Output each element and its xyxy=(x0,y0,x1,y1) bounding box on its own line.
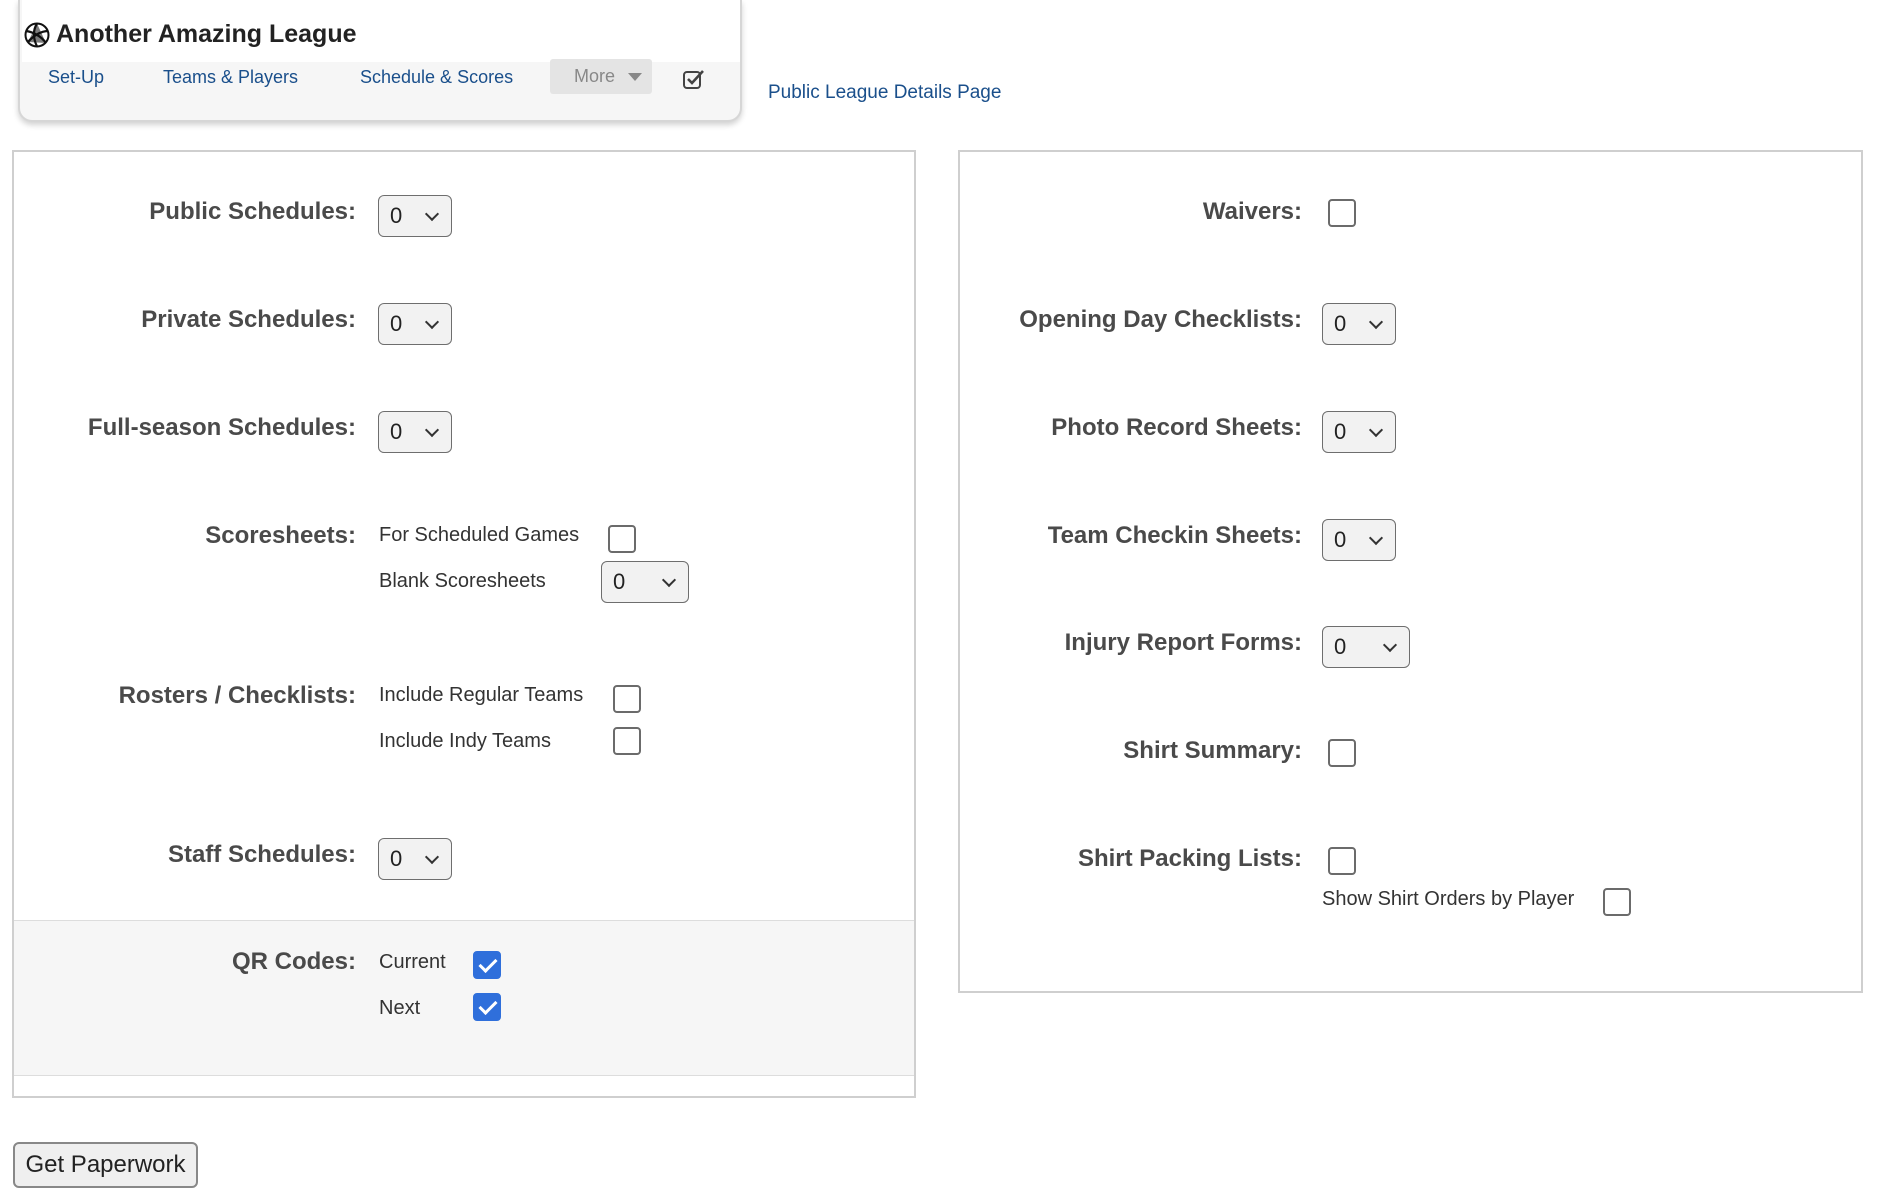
blank-scoresheets-select[interactable]: 0 xyxy=(601,561,689,603)
waivers-checkbox[interactable] xyxy=(1328,199,1356,227)
select-value: 0 xyxy=(1334,527,1347,552)
scoresheets-label: Scoresheets: xyxy=(205,522,356,549)
injury-report-forms-select[interactable]: 0 xyxy=(1322,626,1410,668)
public-league-details-link[interactable]: Public League Details Page xyxy=(768,82,1001,104)
qr-next-label: Next xyxy=(379,997,421,1019)
include-indy-teams-checkbox[interactable] xyxy=(613,727,641,755)
forms-panel: Waivers: Opening Day Checklists: 0 Photo… xyxy=(958,150,1863,993)
get-paperwork-button[interactable]: Get Paperwork xyxy=(13,1142,198,1188)
shirt-summary-label: Shirt Summary: xyxy=(1123,737,1302,764)
chevron-down-icon xyxy=(424,206,440,222)
public-schedules-select[interactable]: 0 xyxy=(378,195,452,237)
scheduled-games-label: For Scheduled Games xyxy=(379,524,580,546)
chevron-down-icon xyxy=(424,422,440,438)
shirt-packing-lists-checkbox[interactable] xyxy=(1328,847,1356,875)
photo-record-sheets-select[interactable]: 0 xyxy=(1322,411,1396,453)
select-value: 0 xyxy=(390,311,403,336)
nav-teams-players-link[interactable]: Teams & Players xyxy=(163,67,298,88)
league-title: Another Amazing League xyxy=(56,20,357,48)
shirt-packing-lists-label: Shirt Packing Lists: xyxy=(1077,845,1302,872)
opening-day-checklists-select[interactable]: 0 xyxy=(1322,303,1396,345)
qr-current-label: Current xyxy=(379,951,446,973)
shirt-summary-checkbox[interactable] xyxy=(1328,739,1356,767)
chevron-down-icon xyxy=(424,849,440,865)
qr-codes-label: QR Codes: xyxy=(231,948,356,975)
qr-codes-section: QR Codes: Current Next xyxy=(14,920,914,1076)
staff-schedules-label: Staff Schedules: xyxy=(167,841,356,868)
shirt-orders-by-player-checkbox[interactable] xyxy=(1603,888,1631,916)
chevron-down-icon xyxy=(1368,314,1384,330)
chevron-down-icon xyxy=(1368,530,1384,546)
volleyball-icon xyxy=(24,22,50,48)
nav-schedule-scores-link[interactable]: Schedule & Scores xyxy=(360,67,513,88)
include-regular-teams-label: Include Regular Teams xyxy=(379,684,584,706)
nav-setup-link[interactable]: Set-Up xyxy=(48,67,104,88)
more-label: More xyxy=(574,66,616,86)
more-menu-button[interactable]: More xyxy=(550,59,652,94)
private-schedules-label: Private Schedules: xyxy=(141,306,356,333)
opening-day-checklists-label: Opening Day Checklists: xyxy=(1019,306,1302,333)
select-value: 0 xyxy=(1334,419,1347,444)
full-season-schedules-select[interactable]: 0 xyxy=(378,411,452,453)
qr-current-checkbox[interactable] xyxy=(473,951,501,979)
waivers-label: Waivers: xyxy=(1202,198,1302,225)
include-indy-teams-label: Include Indy Teams xyxy=(379,730,551,752)
blank-scoresheets-label: Blank Scoresheets xyxy=(379,570,546,592)
checkbox-checked-icon[interactable] xyxy=(682,67,706,91)
photo-record-sheets-label: Photo Record Sheets: xyxy=(1051,414,1302,441)
chevron-down-icon xyxy=(1368,422,1384,438)
caret-down-icon xyxy=(628,73,642,81)
staff-schedules-select[interactable]: 0 xyxy=(378,838,452,880)
injury-report-forms-label: Injury Report Forms: xyxy=(1064,629,1302,656)
chevron-down-icon xyxy=(424,314,440,330)
chevron-down-icon xyxy=(1382,637,1398,653)
private-schedules-select[interactable]: 0 xyxy=(378,303,452,345)
chevron-down-icon xyxy=(661,572,677,588)
league-title-row: Another Amazing League xyxy=(22,0,740,62)
rosters-checklists-label: Rosters / Checklists: xyxy=(118,682,356,709)
select-value: 0 xyxy=(390,203,403,228)
select-value: 0 xyxy=(1334,311,1347,336)
public-schedules-label: Public Schedules: xyxy=(149,198,356,225)
schedules-panel: Public Schedules: 0 Private Schedules: 0… xyxy=(12,150,916,1098)
qr-next-checkbox[interactable] xyxy=(473,993,501,1021)
shirt-orders-by-player-label: Show Shirt Orders by Player xyxy=(1322,888,1575,910)
include-regular-teams-checkbox[interactable] xyxy=(613,685,641,713)
team-checkin-sheets-label: Team Checkin Sheets: xyxy=(1047,522,1302,549)
scheduled-games-checkbox[interactable] xyxy=(608,525,636,553)
league-header-card: Another Amazing League Set-Up Teams & Pl… xyxy=(18,0,742,122)
team-checkin-sheets-select[interactable]: 0 xyxy=(1322,519,1396,561)
select-value: 0 xyxy=(1334,634,1347,659)
select-value: 0 xyxy=(613,569,626,594)
select-value: 0 xyxy=(390,846,403,871)
full-season-schedules-label: Full-season Schedules: xyxy=(87,414,356,441)
select-value: 0 xyxy=(390,419,403,444)
